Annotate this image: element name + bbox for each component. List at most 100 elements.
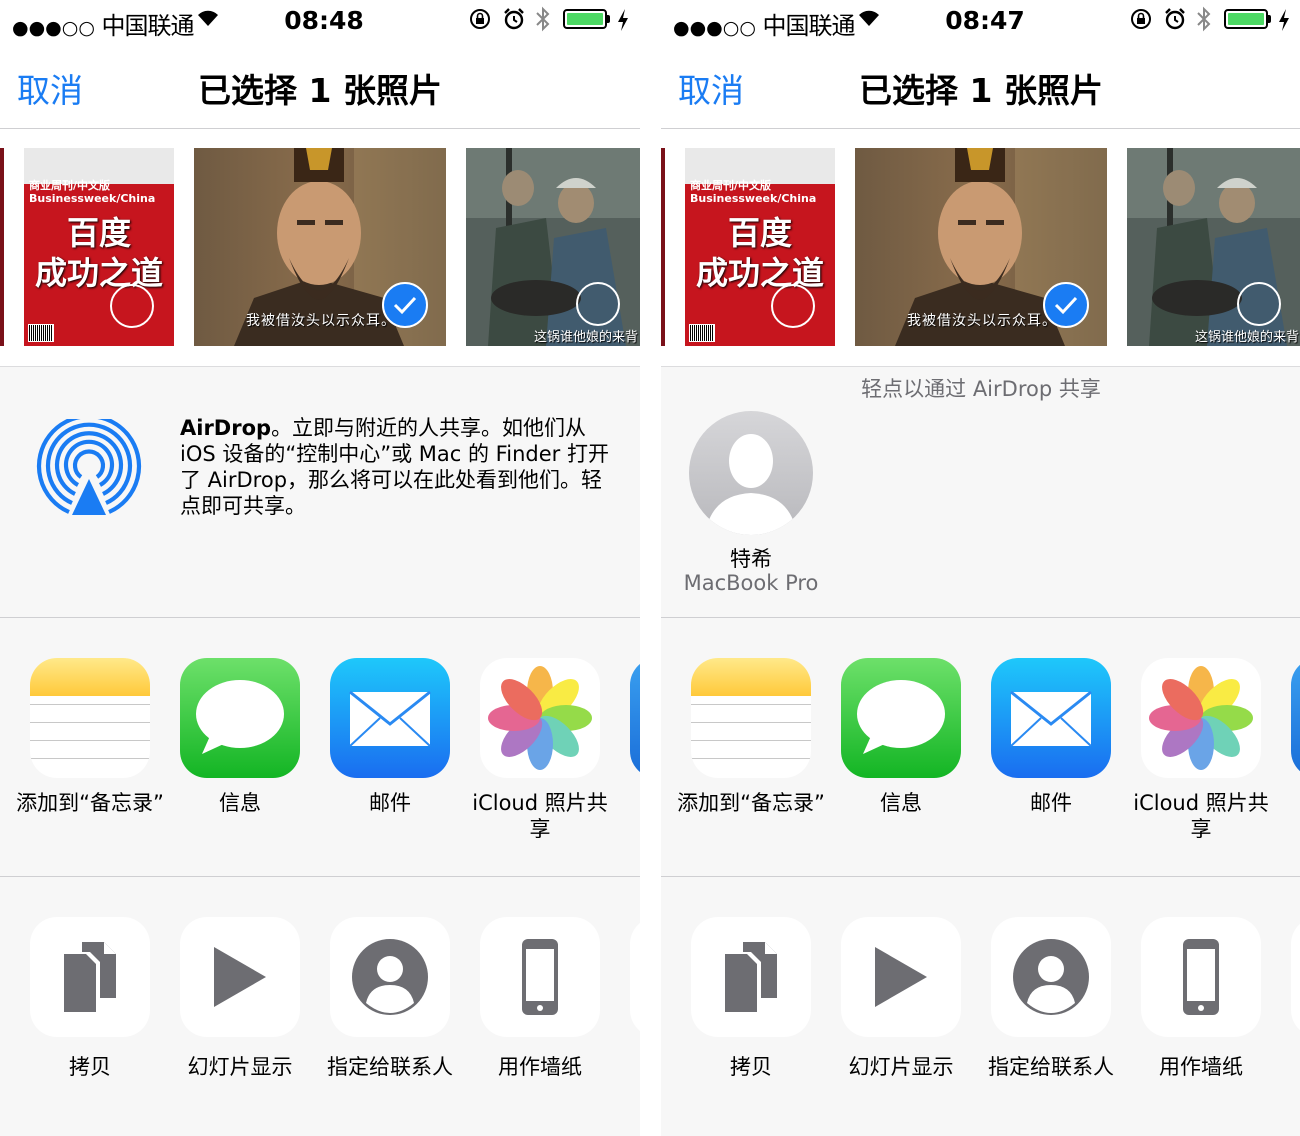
share-apps-row[interactable]: 添加到“备忘录” 信息 邮件 iCloud 照片共享 [661, 618, 1300, 877]
checkmark-icon [1054, 296, 1078, 315]
barcode [28, 324, 54, 342]
selection-circle[interactable] [576, 282, 620, 326]
app-label: 邮件 [1030, 791, 1072, 815]
action-label: 幻灯片显示 [187, 1055, 293, 1079]
right-screenshot: ●●●○○ 中国联通 08:47 取消 已选择 1 张照片 商业周刊/中文版 Bu… [661, 0, 1300, 1136]
charging-bolt-icon [618, 9, 628, 31]
person-silhouette-icon [705, 434, 797, 535]
app-label: 信息 [880, 791, 922, 815]
iphone-icon [1141, 917, 1261, 1037]
airdrop-icon [36, 419, 142, 519]
left-screenshot: ●●●○○ 中国联通 08:48 取消 已选择 1 张照片 商业周刊/中文版 Bu… [0, 0, 640, 1136]
contact-icon [991, 917, 1111, 1037]
photo-thumbnail-film-still[interactable]: 我被借汝头以示众耳。 [855, 148, 1107, 346]
app-label: iCloud 照片共享 [1133, 791, 1269, 841]
magazine-brand: 商业周刊/中文版 Businessweek/China [690, 179, 816, 205]
notes-icon [691, 658, 811, 778]
action-label: 拷贝 [730, 1055, 772, 1079]
photo-thumbnail-partial[interactable] [661, 148, 665, 346]
magazine-brand-line1: 商业周刊/中文版 [29, 179, 111, 192]
selection-circle[interactable] [771, 284, 815, 328]
photo-thumbnail-magazine[interactable]: 商业周刊/中文版 Businessweek/China 百度 成功之道 [24, 148, 174, 346]
magazine-headline-line2: 成功之道 [34, 254, 163, 292]
magazine-headline-line1: 百度 [66, 214, 131, 252]
copy-icon [30, 917, 150, 1037]
alarm-icon [504, 8, 524, 30]
screenshot-divider [640, 0, 661, 1136]
app-label: 添加到“备忘录” [677, 791, 825, 815]
airdrop-section: 轻点以通过 AirDrop 共享 特希 MacBook Pro [661, 367, 1300, 618]
alarm-icon [1165, 8, 1185, 30]
iphone-icon [480, 917, 600, 1037]
share-apps-row[interactable]: 添加到“备忘录” 信息 邮件 iCloud 照片共享 [0, 618, 640, 877]
selection-title: 已选择 1 张照片 [859, 71, 1103, 110]
battery-tip [1268, 15, 1271, 23]
app-label: 邮件 [369, 791, 411, 815]
photos-icon [480, 658, 600, 778]
magazine-brand-line1: 商业周刊/中文版 [690, 179, 772, 192]
share-actions-row[interactable]: 拷贝 幻灯片显示 指定给联系人 用作墙纸 [0, 877, 640, 1136]
magazine-brand: 商业周刊/中文版 Businessweek/China [29, 179, 155, 205]
magazine-headline-line1: 百度 [727, 214, 792, 252]
bluetooth-icon [1197, 6, 1211, 32]
device-owner: 特希 [730, 547, 772, 571]
selection-circle[interactable] [110, 284, 154, 328]
selected-checkmark[interactable] [1043, 282, 1089, 328]
app-label: 信息 [219, 791, 261, 815]
bluetooth-icon [536, 6, 550, 32]
airdrop-label: AirDrop [180, 416, 272, 440]
status-bar: ●●●○○ 中国联通 08:48 [0, 0, 640, 40]
copy-icon [691, 917, 811, 1037]
share-sheet-header: 取消 已选择 1 张照片 [0, 40, 640, 129]
action-icon-partial [1291, 917, 1300, 1037]
action-label: 拷贝 [69, 1055, 111, 1079]
action-label: 用作墙纸 [498, 1055, 582, 1079]
battery-tip [607, 15, 610, 23]
share-sheet-header: 取消 已选择 1 张照片 [661, 40, 1300, 129]
meme-caption: 这锅谁他娘的来背 [1194, 330, 1299, 345]
action-icon-partial [630, 917, 640, 1037]
film-subtitle: 我被借汝头以示众耳。 [246, 313, 396, 329]
device-model: MacBook Pro [683, 571, 819, 595]
action-label: 指定给联系人 [988, 1055, 1114, 1079]
action-label: 幻灯片显示 [848, 1055, 954, 1079]
share-actions-row[interactable]: 拷贝 幻灯片显示 指定给联系人 用作墙纸 [661, 877, 1300, 1136]
battery-indicator [563, 9, 607, 29]
film-subtitle: 我被借汝头以示众耳。 [907, 313, 1057, 329]
photos-icon [1141, 658, 1261, 778]
magazine-brand-line2: Businessweek/China [690, 192, 817, 205]
checkmark-icon [393, 296, 417, 315]
photo-thumbnail-meme[interactable]: 这锅谁他娘的来背 [1127, 148, 1300, 346]
photo-strip[interactable]: 商业周刊/中文版 Businessweek/China 百度 成功之道 我被借汝头… [0, 129, 640, 367]
messages-icon [841, 658, 961, 778]
photo-thumbnail-film-still[interactable]: 我被借汝头以示众耳。 [194, 148, 446, 346]
action-label: 指定给联系人 [327, 1055, 453, 1079]
device-avatar [689, 411, 813, 535]
charging-bolt-icon [1279, 9, 1289, 31]
play-icon [180, 917, 300, 1037]
selected-checkmark[interactable] [382, 282, 428, 328]
photo-thumbnail-partial[interactable] [0, 148, 4, 346]
play-icon [841, 917, 961, 1037]
notes-icon [30, 658, 150, 778]
messages-icon [180, 658, 300, 778]
app-icon-partial [630, 658, 640, 778]
airdrop-hint: 轻点以通过 AirDrop 共享 [861, 377, 1101, 401]
app-label: 添加到“备忘录” [16, 791, 164, 815]
mail-icon [330, 658, 450, 778]
airdrop-section: AirDrop。立即与附近的人共享。如他们从 iOS 设备的“控制中心”或 Ma… [0, 367, 640, 618]
battery-level [1228, 13, 1264, 25]
airdrop-description: AirDrop。立即与附近的人共享。如他们从 iOS 设备的“控制中心”或 Ma… [180, 415, 620, 519]
contact-icon [330, 917, 450, 1037]
mail-icon [991, 658, 1111, 778]
rotation-lock-icon [1131, 9, 1151, 29]
magazine-headline-line2: 成功之道 [695, 254, 824, 292]
app-icon-partial [1291, 658, 1300, 778]
photo-strip[interactable]: 商业周刊/中文版 Businessweek/China 百度 成功之道 我被借汝头… [661, 129, 1300, 367]
app-label: iCloud 照片共享 [472, 791, 608, 841]
selection-title: 已选择 1 张照片 [198, 71, 442, 110]
photo-thumbnail-meme[interactable]: 这锅谁他娘的来背 [466, 148, 640, 346]
status-bar: ●●●○○ 中国联通 08:47 [661, 0, 1300, 40]
selection-circle[interactable] [1237, 282, 1281, 326]
photo-thumbnail-magazine[interactable]: 商业周刊/中文版 Businessweek/China 百度 成功之道 [685, 148, 835, 346]
